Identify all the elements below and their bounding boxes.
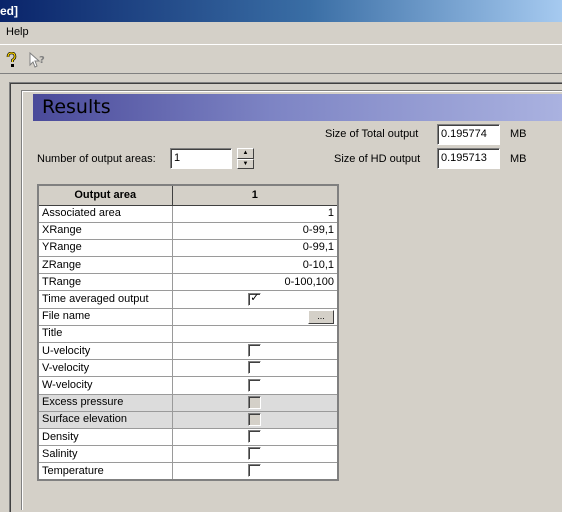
checkbox-cell[interactable] xyxy=(171,445,339,464)
checkbox-cell[interactable]: ✓ xyxy=(171,290,339,309)
checkbox xyxy=(248,395,262,409)
row-label: File name xyxy=(37,307,173,326)
value-cell[interactable]: 0-99,1 xyxy=(171,238,339,258)
value-cell[interactable] xyxy=(171,324,339,344)
total-output-label: Size of Total output xyxy=(325,128,419,140)
row-label: Title xyxy=(37,324,173,344)
window-title: ed] xyxy=(0,4,18,18)
checkbox-cell[interactable] xyxy=(171,462,339,481)
row-label: Surface elevation xyxy=(37,410,173,429)
table-row: Time averaged output ✓ xyxy=(37,290,339,309)
table-row: U-velocity xyxy=(37,341,339,361)
checkbox[interactable] xyxy=(248,344,262,358)
grid-corner-header: Output area xyxy=(37,184,173,206)
checkbox xyxy=(248,412,262,426)
row-label: Temperature xyxy=(37,462,173,481)
row-label: Density xyxy=(37,427,173,447)
row-label: ZRange xyxy=(37,256,173,275)
row-label: YRange xyxy=(37,238,173,258)
browse-button[interactable]: ... xyxy=(308,310,334,325)
table-row: YRange 0-99,1 xyxy=(37,238,339,258)
spin-up-icon[interactable]: ▲ xyxy=(237,148,254,159)
checkbox[interactable] xyxy=(248,378,262,392)
row-label: Time averaged output xyxy=(37,290,173,309)
grid-column-header[interactable]: 1 xyxy=(171,184,339,206)
row-label: Associated area xyxy=(37,204,173,223)
checkbox[interactable]: ✓ xyxy=(248,291,262,306)
checkmark-icon: ✓ xyxy=(250,291,260,304)
total-output-field[interactable]: 0.195774 xyxy=(437,124,500,145)
window-title-bar[interactable]: ed] xyxy=(0,0,562,22)
table-row: Excess pressure xyxy=(37,393,339,412)
output-areas-spinner[interactable]: ▲ ▼ xyxy=(237,148,254,169)
table-row: V-velocity xyxy=(37,359,339,378)
row-label: U-velocity xyxy=(37,341,173,361)
hd-output-unit: MB xyxy=(510,153,527,165)
value-cell[interactable]: 0-99,1 xyxy=(171,221,339,240)
table-row: Surface elevation xyxy=(37,410,339,429)
context-help-icon[interactable]: ? xyxy=(27,51,49,69)
total-output-unit: MB xyxy=(510,128,527,140)
table-row: Title xyxy=(37,324,339,344)
results-heading: Results xyxy=(33,94,562,121)
checkbox-cell[interactable] xyxy=(171,359,339,378)
table-row: Density xyxy=(37,427,339,447)
checkbox-cell xyxy=(171,410,339,429)
table-row: Associated area 1 xyxy=(37,204,339,223)
spin-down-icon[interactable]: ▼ xyxy=(237,158,254,169)
row-label: XRange xyxy=(37,221,173,240)
checkbox[interactable] xyxy=(248,361,262,375)
row-label: W-velocity xyxy=(37,376,173,395)
checkbox-cell xyxy=(171,393,339,412)
checkbox[interactable] xyxy=(248,447,262,461)
value-cell[interactable]: 0-100,100 xyxy=(171,273,339,292)
row-label: TRange xyxy=(37,273,173,292)
output-areas-input[interactable]: 1 xyxy=(170,148,232,169)
value-cell[interactable]: 1 xyxy=(171,204,339,223)
checkbox[interactable] xyxy=(248,464,262,478)
table-row: W-velocity xyxy=(37,376,339,395)
help-question-icon[interactable] xyxy=(2,51,20,69)
menu-help[interactable]: Help xyxy=(4,26,31,38)
row-label: Salinity xyxy=(37,445,173,464)
menu-bar: Help xyxy=(0,22,562,42)
output-areas-label: Number of output areas: xyxy=(37,153,156,165)
value-cell[interactable]: 0-10,1 xyxy=(171,256,339,275)
table-row: Salinity xyxy=(37,445,339,464)
hd-output-field[interactable]: 0.195713 xyxy=(437,148,500,169)
table-row: XRange 0-99,1 xyxy=(37,221,339,240)
output-area-grid: Output area 1 Associated area 1 XRange 0-99… xyxy=(37,184,339,481)
table-row: TRange 0-100,100 xyxy=(37,273,339,292)
row-label: V-velocity xyxy=(37,359,173,378)
table-row: File name... xyxy=(37,307,339,326)
hd-output-label: Size of HD output xyxy=(334,153,421,165)
file-name-cell[interactable]: ... xyxy=(171,307,339,326)
table-row: ZRange 0-10,1 xyxy=(37,256,339,275)
toolbar: ? xyxy=(0,44,562,74)
checkbox-cell[interactable] xyxy=(171,341,339,361)
checkbox-cell[interactable] xyxy=(171,427,339,447)
checkbox[interactable] xyxy=(248,430,262,444)
row-label: Excess pressure xyxy=(37,393,173,412)
table-row: Temperature xyxy=(37,462,339,481)
checkbox-cell[interactable] xyxy=(171,376,339,395)
svg-text:?: ? xyxy=(39,55,45,66)
